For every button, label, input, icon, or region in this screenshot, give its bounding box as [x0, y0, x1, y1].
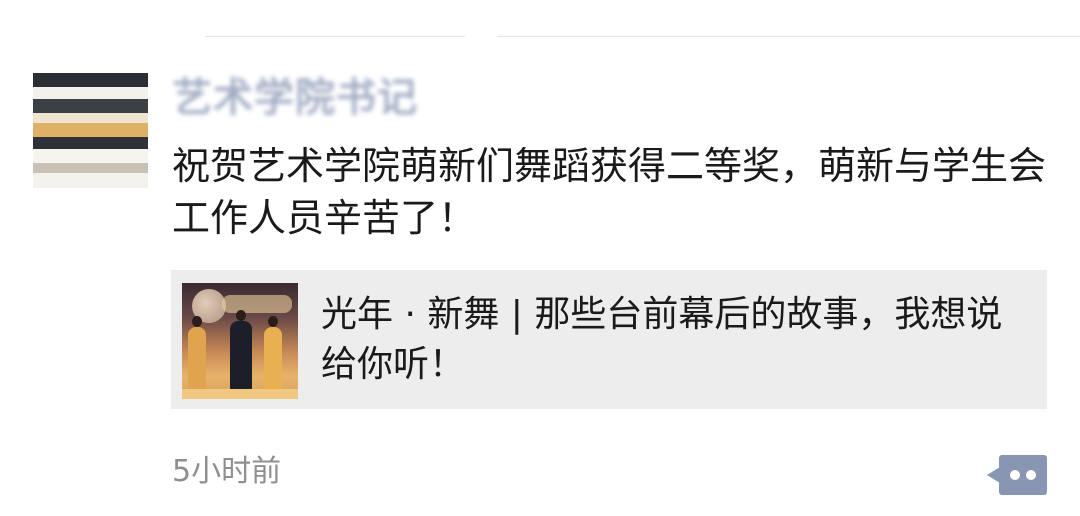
thumbnail-figure-head: [192, 316, 202, 327]
avatar-band: [33, 173, 148, 188]
more-dot: [1010, 470, 1020, 480]
thumbnail-figure: [230, 321, 252, 391]
thumbnail-stage: [182, 389, 298, 399]
avatar-band: [33, 73, 148, 87]
divider: [205, 36, 1080, 37]
author-name[interactable]: 艺术学院书记: [172, 72, 418, 124]
more-dot: [1026, 470, 1036, 480]
thumbnail-figure-head: [268, 316, 278, 327]
avatar-band: [33, 149, 148, 163]
avatar-band: [33, 113, 148, 123]
avatar-band: [33, 137, 148, 149]
thumbnail-figure: [188, 327, 206, 391]
thumbnail-glow: [222, 295, 292, 313]
thumbnail-figure: [264, 327, 282, 391]
avatar-band: [33, 99, 148, 113]
avatar-band: [33, 163, 148, 173]
avatar[interactable]: [33, 73, 148, 188]
post-time: 5小时前: [172, 454, 282, 489]
thumbnail-figure-head: [236, 310, 246, 321]
avatar-band: [33, 87, 148, 99]
divider-gap: [465, 34, 497, 39]
more-button[interactable]: [987, 455, 1047, 495]
shared-article-card[interactable]: 光年 · 新舞 | 那些台前幕后的故事，我想说给你听！: [171, 270, 1047, 409]
moments-post: 艺术学院书记 祝贺艺术学院萌新们舞蹈获得二等奖，萌新与学生会工作人员辛苦了！ 光…: [0, 0, 1080, 516]
post-text: 祝贺艺术学院萌新们舞蹈获得二等奖，萌新与学生会工作人员辛苦了！: [172, 144, 1047, 240]
more-dots-icon[interactable]: [999, 455, 1047, 495]
avatar-band: [33, 123, 148, 137]
shared-article-title: 光年 · 新舞 | 那些台前幕后的故事，我想说给你听！: [321, 294, 1003, 385]
article-thumbnail: [182, 283, 298, 399]
